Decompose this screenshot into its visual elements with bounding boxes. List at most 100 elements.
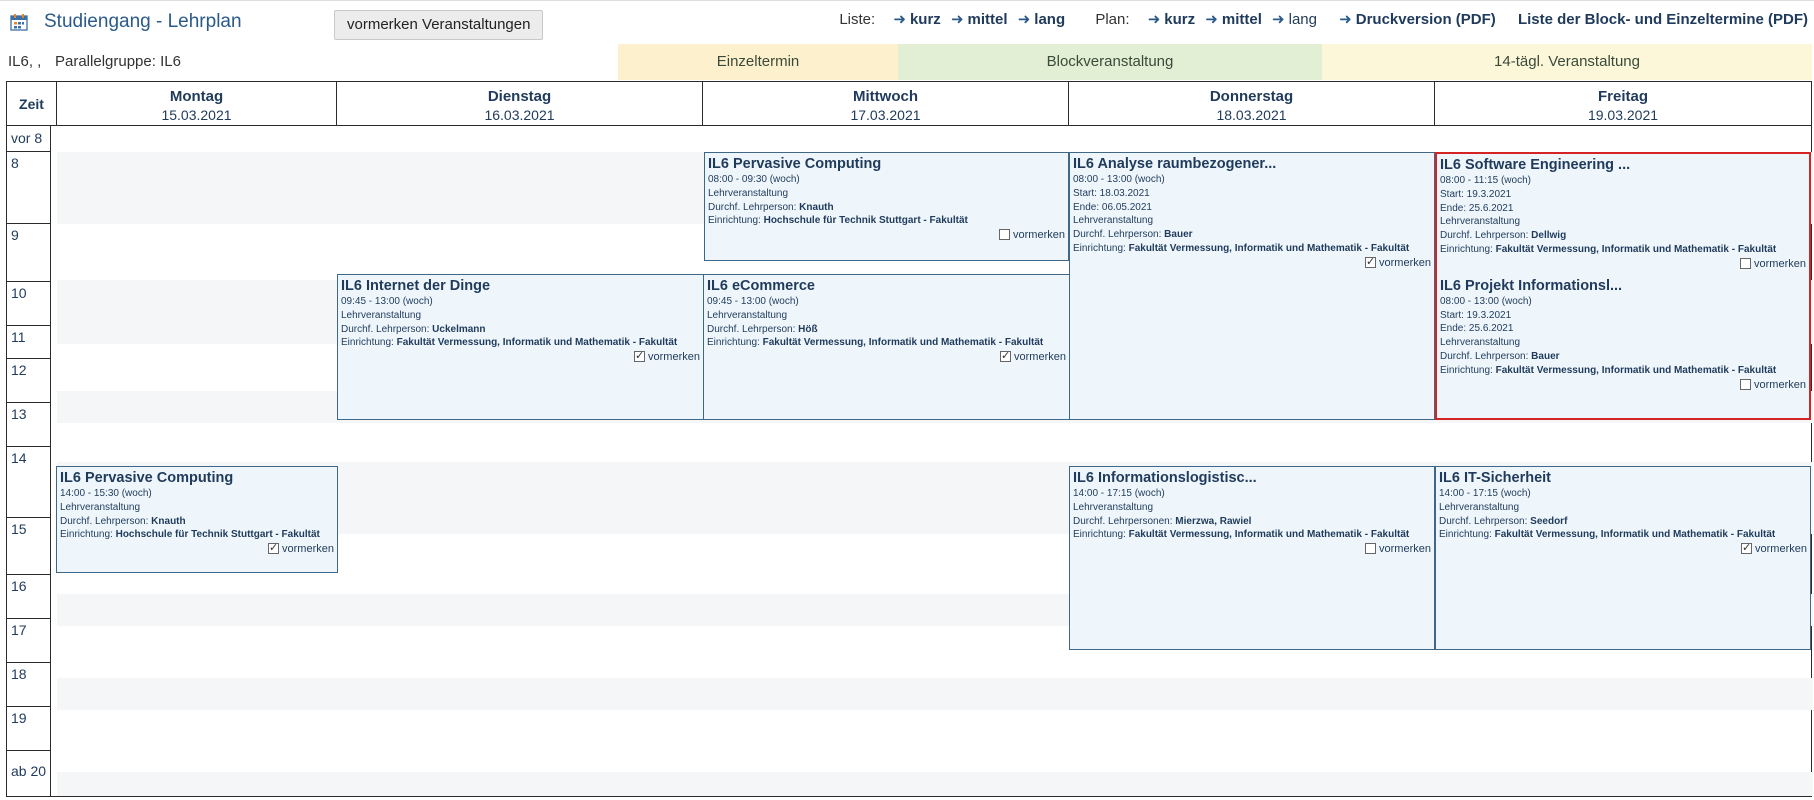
event-title[interactable]: IL6 Projekt Informationsl... [1440,277,1806,295]
vormerken-label: vormerken [1379,256,1431,269]
event-card[interactable]: IL6 Pervasive Computing 14:00 - 15:30 (w… [56,466,338,573]
time-label: ab 20 [7,751,51,796]
person-name: Seedorf [1530,515,1568,527]
vormerken-checkbox[interactable] [1740,257,1752,269]
info-legend-row: IL6, , Parallelgruppe: IL6 Einzeltermin … [0,44,1814,80]
arrow-right-icon: ➜ [950,11,964,28]
arrow-right-icon: ➜ [1339,11,1352,28]
vormerken-checkbox[interactable] [1365,255,1377,269]
event-type: Lehrveranstaltung [1440,216,1521,228]
vormerken-veranstaltungen-button[interactable]: vormerken Veranstaltungen [334,10,544,40]
vormerken-option[interactable]: vormerken [1439,541,1807,556]
day-header-montag: Montag 15.03.2021 [57,82,337,126]
legend-einzeltermin: Einzeltermin [618,44,898,80]
vormerken-label: vormerken [1379,543,1431,556]
inst-name: Fakultät Vermessung, Informatik und Math… [1495,243,1777,255]
person-label: Durchf. Lehrperson: [1073,229,1162,241]
vormerken-label: vormerken [1013,229,1065,242]
arrow-right-icon: ➜ [1017,11,1031,28]
day-name: Dienstag [487,88,552,105]
day-header-donnerstag: Donnerstag 18.03.2021 [1069,82,1435,126]
event-institution: Einrichtung: Fakultät Vermessung, Inform… [1073,528,1431,542]
inst-name: Fakultät Vermessung, Informatik und Math… [762,337,1044,349]
vormerken-checkbox[interactable] [268,541,280,555]
plan-lang-link[interactable]: lang [1289,11,1317,28]
vormerken-option[interactable]: vormerken [60,541,334,556]
day-name: Donnerstag [1209,88,1294,105]
person-name: Bauer [1164,229,1193,241]
event-card[interactable]: IL6 Pervasive Computing 08:00 - 09:30 (w… [704,152,1069,261]
liste-lang-link[interactable]: lang [1034,11,1065,28]
event-card[interactable]: IL6 IT-Sicherheit 14:00 - 17:15 (woch) L… [1435,466,1811,650]
event-type: Lehrveranstaltung [1073,501,1154,513]
event-person: Durchf. Lehrperson: Dellwig [1440,229,1806,243]
event-title[interactable]: IL6 Internet der Dinge [341,277,700,295]
inst-name: Fakultät Vermessung, Informatik und Math… [1495,364,1777,376]
event-start: Start: 19.3.2021 [1440,309,1512,321]
vormerken-checkbox[interactable] [1365,543,1377,555]
event-institution: Einrichtung: Fakultät Vermessung, Inform… [1440,243,1806,257]
inst-label: Einrichtung: [1439,529,1492,541]
vormerken-option[interactable]: vormerken [707,349,1066,364]
person-name: Knauth [151,515,186,527]
event-person: Durchf. Lehrperson: Seedorf [1439,515,1807,529]
event-end: Ende: 25.6.2021 [1440,202,1514,214]
group-label: IL6, , [8,53,42,70]
hour-band [57,678,1813,710]
day-header-dienstag: Dienstag 16.03.2021 [337,82,703,126]
event-person: Durchf. Lehrperson: Knauth [60,515,334,529]
inst-label: Einrichtung: [1440,243,1493,255]
vormerken-checkbox[interactable] [634,349,646,363]
druckversion-link[interactable]: Druckversion (PDF) [1356,11,1496,28]
liste-kurz-link[interactable]: kurz [910,11,941,28]
event-title[interactable]: IL6 Pervasive Computing [60,469,334,487]
time-label: 14 [7,447,51,518]
event-time: 09:45 - 13:00 (woch) [707,296,799,307]
event-card[interactable]: IL6 Analyse raumbezogener... 08:00 - 13:… [1069,152,1435,420]
vormerken-label: vormerken [1754,257,1806,270]
event-time: 09:45 - 13:00 (woch) [341,296,433,307]
event-time: 08:00 - 11:15 (woch) [1440,175,1531,186]
vormerken-checkbox[interactable] [999,229,1011,241]
event-time: 08:00 - 13:00 (woch) [1073,174,1165,185]
event-card[interactable]: IL6 eCommerce 09:45 - 13:00 (woch) Lehrv… [703,274,1070,420]
vormerken-option[interactable]: vormerken [1440,257,1806,271]
event-card[interactable]: IL6 Informationslogistisc... 14:00 - 17:… [1069,466,1435,650]
event-title[interactable]: IL6 Pervasive Computing [708,155,1065,173]
event-end: Ende: 25.6.2021 [1440,323,1514,335]
vormerken-option[interactable]: vormerken [1073,542,1431,556]
vormerken-option[interactable]: vormerken [1440,378,1806,392]
plan-kurz-link[interactable]: kurz [1164,11,1195,28]
vormerken-option[interactable]: vormerken [708,228,1065,242]
event-card[interactable]: IL6 Internet der Dinge 09:45 - 13:00 (wo… [337,274,704,420]
inst-name: Fakultät Vermessung, Informatik und Math… [1128,242,1410,254]
event-title[interactable]: IL6 IT-Sicherheit [1439,469,1807,487]
vormerken-option[interactable]: vormerken [1073,255,1431,270]
person-name: Bauer [1531,350,1560,362]
event-card[interactable]: IL6 Projekt Informationsl... 08:00 - 13:… [1440,277,1806,392]
vormerken-checkbox[interactable] [1000,349,1012,363]
liste-mittel-link[interactable]: mittel [968,11,1008,28]
plan-mittel-link[interactable]: mittel [1222,11,1262,28]
time-label: 18 [7,663,51,707]
event-person: Durchf. Lehrperson: Bauer [1073,228,1431,242]
event-title[interactable]: IL6 Informationslogistisc... [1073,469,1431,487]
top-navigation: Liste: ➜ kurz ➜ mittel ➜ lang Plan: ➜ kurz ➜… [839,10,1808,28]
inst-name: Fakultät Vermessung, Informatik und Math… [1128,529,1410,541]
vormerken-checkbox[interactable] [1740,378,1752,390]
arrow-right-icon: ➜ [893,11,906,28]
event-institution: Einrichtung: Hochschule für Technik Stut… [708,214,1065,228]
event-institution: Einrichtung: Hochschule für Technik Stut… [60,528,334,542]
day-header-freitag: Freitag 19.03.2021 [1435,82,1811,126]
page-header: Studiengang - Lehrplan vormerken Veranst… [0,0,1814,45]
event-title[interactable]: IL6 Software Engineering ... [1440,156,1806,174]
event-card[interactable]: IL6 Software Engineering ... 08:00 - 11:… [1440,156,1806,271]
event-title[interactable]: IL6 eCommerce [707,277,1066,295]
event-title[interactable]: IL6 Analyse raumbezogener... [1073,155,1431,173]
vormerken-option[interactable]: vormerken [341,349,700,364]
vormerken-label: vormerken [1014,351,1066,364]
block-einzeltermine-link[interactable]: Liste der Block- und Einzeltermine (PDF) [1518,11,1808,28]
event-institution: Einrichtung: Fakultät Vermessung, Inform… [1439,528,1807,542]
time-column: vor 8 8 9 10 11 12 13 14 15 16 17 18 19 … [7,126,57,796]
vormerken-checkbox[interactable] [1741,541,1753,555]
